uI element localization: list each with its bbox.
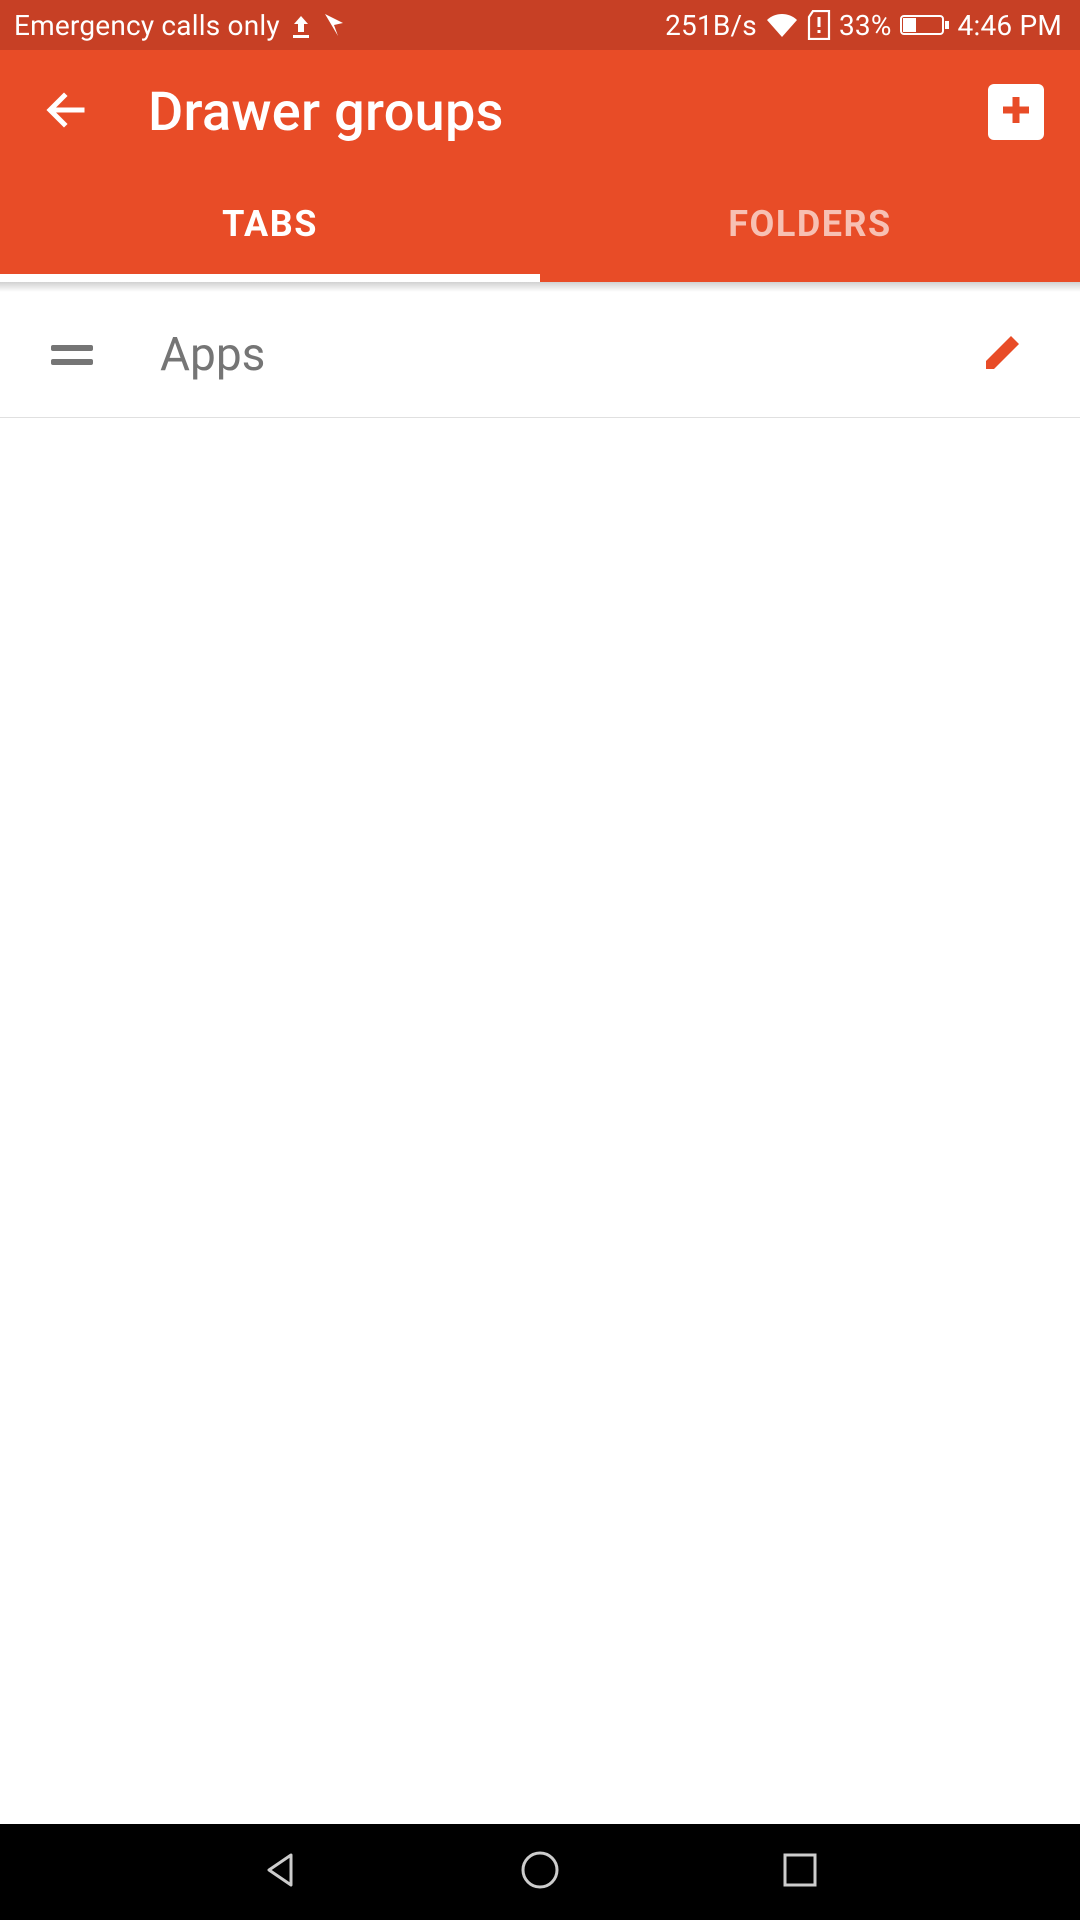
appbar-shadow: [0, 282, 1080, 292]
list-item[interactable]: Apps: [0, 292, 1080, 418]
tab-tabs[interactable]: TABS: [0, 174, 540, 274]
content: Apps: [0, 292, 1080, 1824]
plus-icon: [996, 90, 1036, 134]
data-rate: 251B/s: [665, 9, 757, 42]
sim-alert-icon: [807, 10, 831, 40]
back-button[interactable]: [36, 82, 96, 142]
tab-bar: TABS FOLDERS: [0, 174, 1080, 274]
nav-back-button[interactable]: [240, 1832, 320, 1912]
nav-home-button[interactable]: [500, 1832, 580, 1912]
status-left: Emergency calls only: [14, 9, 346, 42]
edit-button[interactable]: [972, 325, 1032, 385]
navigation-bar: [0, 1824, 1080, 1920]
nav-recent-button[interactable]: [760, 1832, 840, 1912]
clock: 4:46 PM: [958, 9, 1062, 42]
drag-handle[interactable]: [48, 345, 96, 365]
add-button[interactable]: [988, 84, 1044, 140]
status-right: 251B/s 33% 4:46 PM: [665, 9, 1062, 42]
app-bar: Drawer groups TABS FOLDERS: [0, 50, 1080, 282]
tab-indicator: [0, 274, 1080, 282]
page-title: Drawer groups: [148, 81, 504, 144]
tab-folders[interactable]: FOLDERS: [540, 174, 1080, 274]
arrow-back-icon: [42, 86, 90, 138]
pencil-icon: [978, 329, 1026, 381]
square-recent-icon: [777, 1847, 823, 1897]
circle-home-icon: [517, 1847, 563, 1897]
battery-pct: 33%: [839, 9, 892, 42]
drag-handle-icon: [51, 345, 93, 365]
status-bar: Emergency calls only 251B/s 33% 4:46 PM: [0, 0, 1080, 50]
carrier-text: Emergency calls only: [14, 9, 280, 42]
wifi-icon: [765, 12, 799, 38]
upload-icon: [290, 12, 312, 38]
list-item-label: Apps: [160, 328, 972, 382]
battery-icon: [900, 13, 950, 37]
triangle-back-icon: [257, 1847, 303, 1897]
location-icon: [322, 11, 346, 39]
